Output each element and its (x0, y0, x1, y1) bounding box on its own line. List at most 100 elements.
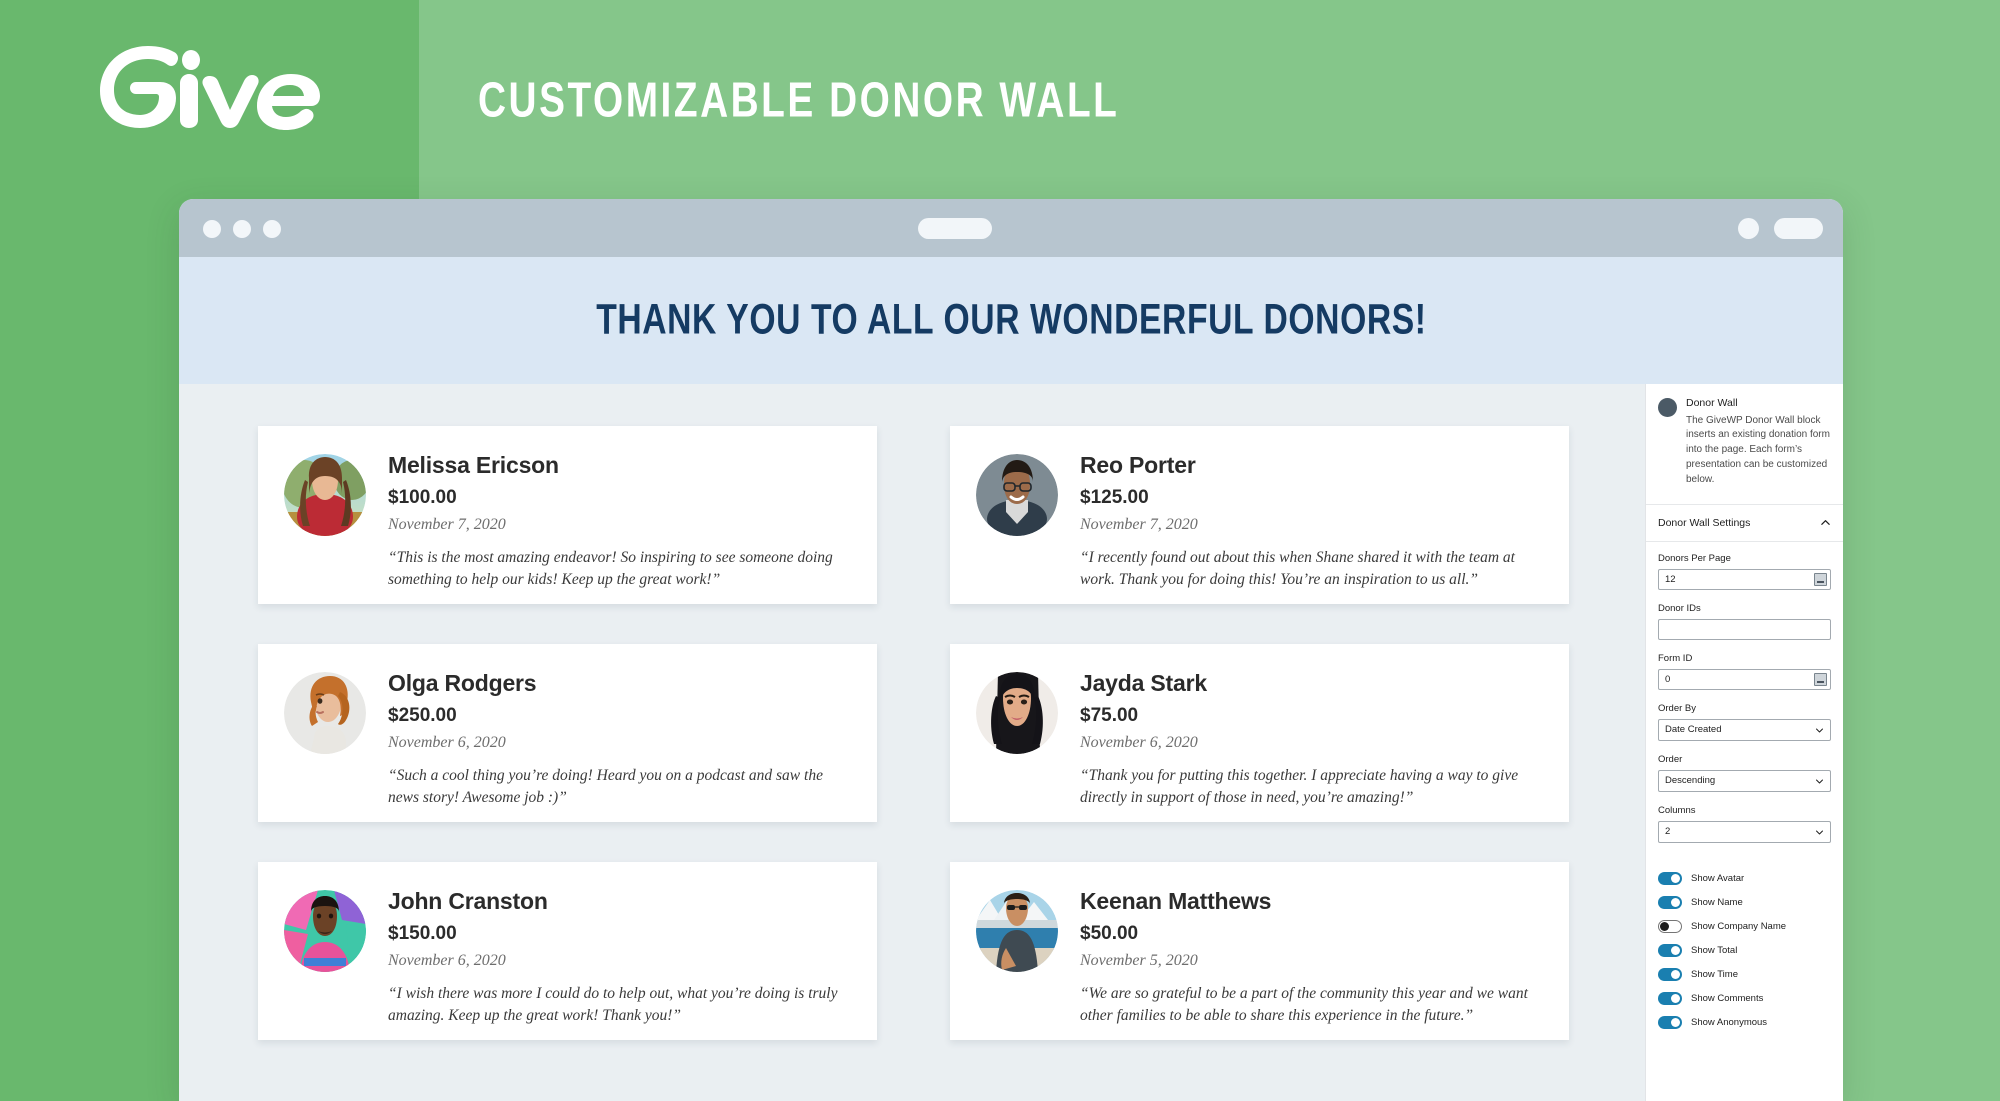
toggle-switch-on-icon[interactable] (1658, 872, 1682, 886)
field-donor-ids: Donor IDs (1658, 603, 1831, 640)
donor-info: John Cranston $150.00 November 6, 2020 “… (388, 886, 851, 1024)
order-by-select[interactable]: Date Created (1658, 718, 1831, 741)
donor-date: November 6, 2020 (388, 952, 506, 970)
toggle-switch-on-icon[interactable] (1658, 896, 1682, 910)
toggle-show-comments[interactable]: Show Comments (1658, 987, 1831, 1011)
chevron-down-icon (1815, 828, 1824, 837)
donor-info: Reo Porter $125.00 November 7, 2020 “I r… (1080, 450, 1543, 588)
avatar (284, 890, 366, 972)
field-label: Columns (1658, 804, 1696, 816)
hero-title: THANK YOU TO ALL OUR WONDERFUL DONORS! (595, 296, 1427, 344)
donor-comment: “This is the most amazing endeavor! So i… (388, 548, 833, 589)
toggle-show-name[interactable]: Show Name (1658, 891, 1831, 915)
field-value: Date Created (1665, 724, 1722, 736)
donor-wall-grid: Melissa Ericson $100.00 November 7, 2020… (258, 426, 1645, 1040)
toggle-show-avatar[interactable]: Show Avatar (1658, 867, 1831, 891)
maximize-dot-icon[interactable] (263, 220, 281, 238)
donor-info: Olga Rodgers $250.00 November 6, 2020 “S… (388, 668, 851, 806)
order-select[interactable]: Descending (1658, 769, 1831, 792)
donor-date: November 7, 2020 (388, 516, 506, 534)
give-logo (88, 38, 336, 133)
field-label: Donor IDs (1658, 602, 1701, 614)
chevron-down-icon (1815, 777, 1824, 786)
donor-amount: $50.00 (1080, 922, 1139, 944)
section-title: Donor Wall Settings (1658, 516, 1751, 529)
address-bar[interactable] (918, 218, 992, 239)
form-id-input[interactable]: 0 (1658, 668, 1831, 690)
donor-comment: “Such a cool thing you’re doing! Heard y… (388, 766, 823, 807)
donor-comment: “I recently found out about this when Sh… (1080, 548, 1515, 589)
chevron-down-icon (1815, 726, 1824, 735)
toggle-switch-on-icon[interactable] (1658, 992, 1682, 1006)
field-label: Order (1658, 753, 1683, 765)
donor-wall: Melissa Ericson $100.00 November 7, 2020… (179, 384, 1645, 1101)
field-order: Order Descending (1658, 754, 1831, 792)
toggle-switch-off-icon[interactable] (1658, 920, 1682, 934)
donor-date: November 6, 2020 (388, 734, 506, 752)
donor-name: Olga Rodgers (388, 670, 537, 696)
block-title: Donor Wall (1686, 397, 1738, 409)
avatar (284, 672, 366, 754)
donor-date: November 5, 2020 (1080, 952, 1198, 970)
field-value: 12 (1665, 573, 1676, 585)
browser-window: THANK YOU TO ALL OUR WONDERFUL DONORS! M… (179, 199, 1843, 1101)
field-label: Form ID (1658, 652, 1693, 664)
donor-card[interactable]: Jayda Stark $75.00 November 6, 2020 “Tha… (950, 644, 1569, 822)
page-body: Melissa Ericson $100.00 November 7, 2020… (179, 384, 1843, 1101)
donor-name: Melissa Ericson (388, 452, 559, 478)
donor-card[interactable]: Reo Porter $125.00 November 7, 2020 “I r… (950, 426, 1569, 604)
donor-card[interactable]: Keenan Matthews $50.00 November 5, 2020 … (950, 862, 1569, 1040)
hero-banner: THANK YOU TO ALL OUR WONDERFUL DONORS! (179, 257, 1843, 384)
chrome-menu-pill[interactable] (1774, 218, 1823, 239)
donor-card[interactable]: Olga Rodgers $250.00 November 6, 2020 “S… (258, 644, 877, 822)
donor-amount: $125.00 (1080, 486, 1149, 508)
banner-title: CUSTOMIZABLE DONOR WALL (478, 73, 1120, 128)
donor-card[interactable]: Melissa Ericson $100.00 November 7, 2020… (258, 426, 877, 604)
donor-ids-input[interactable] (1658, 618, 1831, 640)
toggle-show-time[interactable]: Show Time (1658, 963, 1831, 987)
field-order-by: Order By Date Created (1658, 703, 1831, 741)
field-label: Order By (1658, 702, 1697, 714)
number-stepper-icon[interactable] (1814, 672, 1827, 686)
donor-amount: $75.00 (1080, 704, 1139, 726)
avatar (976, 890, 1058, 972)
toggle-label: Show Avatar (1691, 873, 1745, 885)
columns-select[interactable]: 2 (1658, 820, 1831, 843)
donor-wall-block-icon (1658, 398, 1677, 417)
block-description: The GiveWP Donor Wall block inserts an e… (1686, 414, 1830, 485)
toggle-show-company-name[interactable]: Show Company Name (1658, 915, 1831, 939)
field-label: Donors Per Page (1658, 552, 1731, 564)
toggle-switch-on-icon[interactable] (1658, 1016, 1682, 1030)
toggle-switch-on-icon[interactable] (1658, 944, 1682, 958)
donor-name: John Cranston (388, 888, 548, 914)
number-stepper-icon[interactable] (1814, 572, 1827, 586)
donor-comment: “Thank you for putting this together. I … (1080, 766, 1519, 807)
field-form-id: Form ID 0 (1658, 653, 1831, 690)
field-columns: Columns 2 (1658, 805, 1831, 843)
window-controls (203, 220, 281, 238)
chevron-up-icon[interactable] (1820, 517, 1831, 528)
donor-comment: “I wish there was more I could do to hel… (388, 984, 838, 1025)
donor-name: Keenan Matthews (1080, 888, 1272, 914)
donor-card[interactable]: John Cranston $150.00 November 6, 2020 “… (258, 862, 877, 1040)
donor-comment: “We are so grateful to be a part of the … (1080, 984, 1528, 1025)
donor-date: November 7, 2020 (1080, 516, 1198, 534)
minimize-dot-icon[interactable] (233, 220, 251, 238)
donor-info: Jayda Stark $75.00 November 6, 2020 “Tha… (1080, 668, 1543, 806)
field-value: 2 (1665, 826, 1671, 838)
close-dot-icon[interactable] (203, 220, 221, 238)
toggle-show-anonymous[interactable]: Show Anonymous (1658, 1011, 1831, 1035)
settings-fields: Donors Per Page 12 Donor IDs Form ID 0 O… (1646, 542, 1843, 864)
browser-chrome (179, 199, 1843, 257)
field-donors-per-page: Donors Per Page 12 (1658, 553, 1831, 590)
donors-per-page-input[interactable]: 12 (1658, 568, 1831, 590)
toggle-switch-on-icon[interactable] (1658, 968, 1682, 982)
toggle-label: Show Anonymous (1691, 1017, 1768, 1029)
avatar (284, 454, 366, 536)
donor-wall-settings-section-header[interactable]: Donor Wall Settings (1646, 505, 1843, 542)
settings-toggles: Show Avatar Show Name Show Company Name … (1646, 864, 1843, 1045)
avatar (976, 672, 1058, 754)
toggle-label: Show Company Name (1691, 921, 1787, 933)
chrome-account-icon[interactable] (1738, 218, 1759, 239)
toggle-show-total[interactable]: Show Total (1658, 939, 1831, 963)
